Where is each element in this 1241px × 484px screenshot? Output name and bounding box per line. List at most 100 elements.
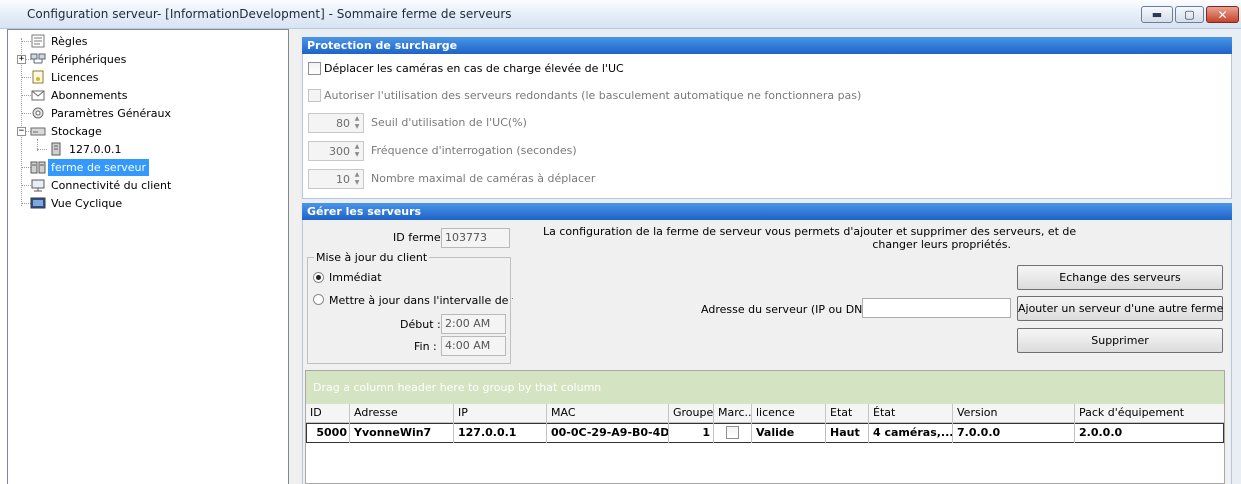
move-cameras-label: Déplacer les caméras en cas de charge él… <box>324 62 624 75</box>
tree-item-stockage[interactable]: Stockage <box>30 122 105 140</box>
cyclic-view-icon <box>30 196 46 210</box>
server-farm-icon <box>30 160 46 174</box>
move-cameras-checkbox[interactable] <box>308 62 321 75</box>
redundant-servers-label: Autoriser l'utilisation des serveurs red… <box>324 89 862 102</box>
column-header-version[interactable]: Version <box>953 404 1075 423</box>
tree-item-ferme-de-serveur[interactable]: ferme de serveur <box>30 158 149 176</box>
cell-version[interactable]: 7.0.0.0 <box>953 423 1075 443</box>
interval-label: Mettre à jour dans l'intervalle de tem <box>329 294 513 307</box>
cell-marc[interactable] <box>714 423 752 443</box>
column-header-etat-detail[interactable]: État <box>869 404 953 423</box>
tree-item-label: Stockage <box>51 124 102 138</box>
max-cameras-value: 10 <box>336 173 350 186</box>
server-address-input[interactable] <box>862 298 1011 318</box>
subscriptions-icon <box>30 88 46 102</box>
end-time-field[interactable]: 4:00 AM <box>441 336 506 356</box>
tree-item-peripheriques[interactable]: Périphériques <box>30 50 129 68</box>
rules-icon <box>30 34 46 48</box>
cell-mac[interactable]: 00-0C-29-A9-B0-4D <box>547 423 669 443</box>
start-time-label: Début : <box>400 318 441 331</box>
farm-id-field[interactable]: 103773 <box>441 228 510 248</box>
column-header-etat[interactable]: Etat <box>826 404 869 423</box>
close-button[interactable]: ✕ <box>1206 6 1239 23</box>
immediate-label: Immédiat <box>329 271 382 284</box>
tree-item-vue-cyclique[interactable]: Vue Cyclique <box>30 194 125 212</box>
max-cameras-label: Nombre maximal de caméras à déplacer <box>371 172 596 185</box>
farm-id-label: ID ferme <box>393 231 441 244</box>
delete-server-button[interactable]: Supprimer <box>1017 328 1223 353</box>
immediate-radio[interactable] <box>313 272 324 283</box>
spin-up-icon[interactable]: ▲ <box>352 143 362 151</box>
spin-up-icon[interactable]: ▲ <box>352 115 362 123</box>
polling-frequency-spinner[interactable]: 300 ▲ ▼ <box>308 141 364 161</box>
minimize-button[interactable]: ▬ <box>1141 6 1173 23</box>
cell-pack[interactable]: 2.0.0.0 <box>1075 423 1224 443</box>
cell-groupe[interactable]: 1 <box>669 423 714 443</box>
expand-toggle-icon[interactable]: + <box>17 55 26 64</box>
column-header-mac[interactable]: MAC <box>547 404 669 423</box>
cpu-threshold-spinner[interactable]: 80 ▲ ▼ <box>308 113 364 133</box>
start-time-field[interactable]: 2:00 AM <box>441 314 506 334</box>
window-title: Configuration serveur- [InformationDevel… <box>27 7 512 21</box>
spin-down-icon[interactable]: ▼ <box>352 123 362 131</box>
tree-item-licences[interactable]: Licences <box>30 68 102 86</box>
cell-ip[interactable]: 127.0.0.1 <box>454 423 547 443</box>
window-title-bar: Configuration serveur- [InformationDevel… <box>0 0 1241 29</box>
tree-item-regles[interactable]: Règles <box>30 32 90 50</box>
polling-frequency-label: Fréquence d'interrogation (secondes) <box>371 144 577 157</box>
tree-item-label: Vue Cyclique <box>51 196 123 210</box>
storage-icon <box>30 124 46 138</box>
devices-icon <box>30 52 46 66</box>
marc-checkbox[interactable] <box>726 426 739 439</box>
column-header-id[interactable]: ID <box>306 404 350 423</box>
tree-item-label: 127.0.0.1 <box>69 142 122 156</box>
navigation-tree[interactable]: + − Règles Périphériques Licences Abonne… <box>7 29 289 484</box>
tree-item-label: Règles <box>51 34 88 48</box>
general-settings-icon <box>30 106 46 120</box>
group-by-area[interactable]: Drag a column header here to group by th… <box>306 371 1224 404</box>
tree-item-parametres-generaux[interactable]: Paramètres Généraux <box>30 104 174 122</box>
servers-grid[interactable]: Drag a column header here to group by th… <box>305 370 1225 484</box>
tree-item-connectivite-du-client[interactable]: Connectivité du client <box>30 176 174 194</box>
collapse-toggle-icon[interactable]: − <box>17 127 26 136</box>
column-header-groupe[interactable]: Groupe <box>669 404 714 423</box>
cell-etat-detail[interactable]: 4 caméras,... <box>869 423 953 443</box>
column-header-marc[interactable]: Marc... <box>714 404 752 423</box>
add-server-button[interactable]: Ajouter un serveur d'une autre ferme <box>1017 296 1223 321</box>
cell-adresse[interactable]: YvonneWin7 <box>350 423 454 443</box>
cell-licence[interactable]: Valide <box>752 423 826 443</box>
close-icon: ✕ <box>1217 7 1228 22</box>
cell-id[interactable]: 5000 <box>306 423 350 443</box>
swap-servers-button[interactable]: Echange des serveurs <box>1017 265 1223 290</box>
tree-item-label: Périphériques <box>51 52 127 66</box>
tree-item-label: Connectivité du client <box>51 178 172 192</box>
tree-item-127-0-0-1[interactable]: 127.0.0.1 <box>48 140 124 158</box>
max-cameras-spinner[interactable]: 10 ▲ ▼ <box>308 169 364 189</box>
license-icon <box>30 70 46 84</box>
tree-item-label: Paramètres Généraux <box>51 106 171 120</box>
spin-up-icon[interactable]: ▲ <box>352 171 362 179</box>
pane-splitter[interactable] <box>289 29 300 484</box>
farm-info-line-1: La configuration de la ferme de serveur … <box>543 225 1077 238</box>
client-update-legend: Mise à jour du client <box>314 251 430 264</box>
column-header-ip[interactable]: IP <box>454 404 547 423</box>
column-header-pack[interactable]: Pack d'équipement <box>1075 404 1224 423</box>
overload-section-header: Protection de surcharge <box>302 37 1232 54</box>
tree-item-label: Abonnements <box>51 88 128 102</box>
column-header-licence[interactable]: licence <box>752 404 826 423</box>
cell-etat[interactable]: Haut <box>826 423 869 443</box>
column-header-adresse[interactable]: Adresse <box>350 404 454 423</box>
spin-down-icon[interactable]: ▼ <box>352 151 362 159</box>
cpu-threshold-value: 80 <box>336 117 350 130</box>
maximize-icon: ▢ <box>1184 8 1195 21</box>
polling-frequency-value: 300 <box>329 145 350 158</box>
cpu-threshold-label: Seuil d'utilisation de l'UC(%) <box>371 116 527 129</box>
maximize-button[interactable]: ▢ <box>1175 6 1204 23</box>
tree-item-label: Licences <box>51 70 99 84</box>
spin-down-icon[interactable]: ▼ <box>352 179 362 187</box>
client-connectivity-icon <box>30 178 46 192</box>
tree-item-abonnements[interactable]: Abonnements <box>30 86 130 104</box>
redundant-servers-checkbox[interactable] <box>308 89 321 102</box>
interval-radio[interactable] <box>313 294 324 305</box>
tree-item-label: ferme de serveur <box>48 158 149 176</box>
